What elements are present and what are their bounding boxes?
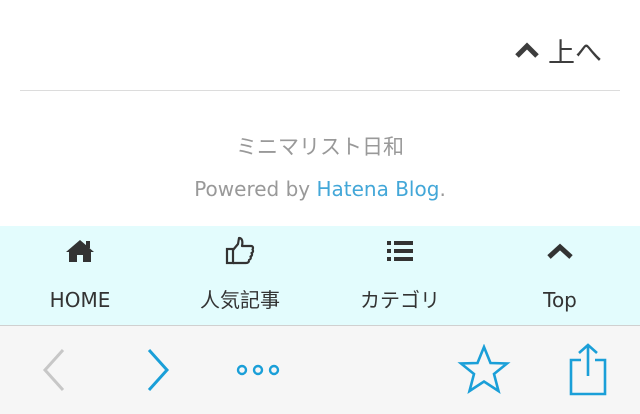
share-icon bbox=[566, 342, 610, 398]
nav-item-home[interactable]: HOME bbox=[0, 226, 160, 325]
chevron-right-icon bbox=[143, 347, 173, 393]
nav-item-label: カテゴリ bbox=[360, 288, 440, 312]
nav-item-label: Top bbox=[543, 288, 577, 312]
nav-item-top[interactable]: Top bbox=[480, 226, 640, 325]
more-button[interactable] bbox=[228, 340, 288, 400]
share-button[interactable] bbox=[558, 340, 618, 400]
more-icon bbox=[233, 363, 283, 377]
nav-item-label: HOME bbox=[49, 288, 111, 312]
back-button[interactable] bbox=[24, 340, 84, 400]
footer-divider bbox=[20, 90, 620, 91]
bookmark-button[interactable] bbox=[454, 340, 514, 400]
hatena-blog-link[interactable]: Hatena Blog bbox=[316, 177, 439, 201]
nav-item-label: 人気記事 bbox=[200, 288, 280, 312]
nav-item-category[interactable]: カテゴリ bbox=[320, 226, 480, 325]
powered-prefix: Powered by bbox=[194, 177, 317, 201]
chevron-left-icon bbox=[39, 347, 69, 393]
chevron-up-icon bbox=[480, 236, 640, 266]
thumbs-up-icon bbox=[160, 236, 320, 266]
forward-button[interactable] bbox=[128, 340, 188, 400]
home-icon bbox=[0, 236, 160, 266]
back-to-top-label: 上へ bbox=[548, 37, 602, 69]
bottom-nav: HOME 人気記事 カテゴリ Top bbox=[0, 226, 640, 325]
chevron-up-icon bbox=[514, 40, 540, 60]
powered-by-text: Powered by Hatena Blog. bbox=[0, 174, 640, 204]
back-to-top-link[interactable]: 上へ bbox=[514, 32, 602, 69]
star-icon bbox=[457, 344, 511, 396]
list-icon bbox=[320, 236, 480, 266]
nav-item-popular[interactable]: 人気記事 bbox=[160, 226, 320, 325]
site-name: ミニマリスト日和 bbox=[236, 135, 404, 159]
powered-suffix: . bbox=[439, 177, 446, 201]
browser-toolbar bbox=[0, 325, 640, 414]
